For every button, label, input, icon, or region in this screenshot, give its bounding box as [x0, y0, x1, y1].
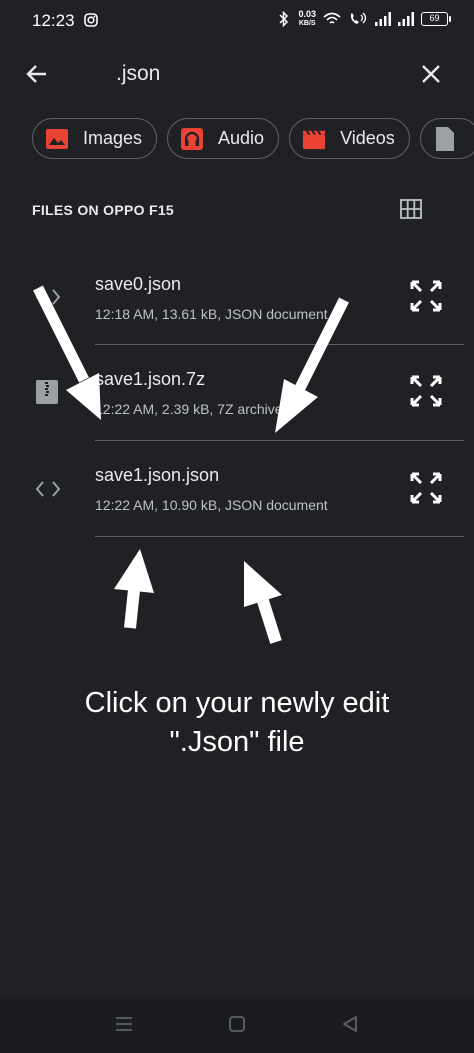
menu-icon[interactable]: [114, 1016, 134, 1032]
document-icon: [433, 126, 457, 151]
expand-icon[interactable]: [410, 375, 442, 407]
filter-chips: Images Audio Videos: [32, 118, 474, 159]
instruction-line-1: Click on your newly edit: [84, 687, 390, 719]
file-meta: 12:18 AM, 13.61 kB, JSON document: [95, 306, 328, 322]
arrow-up-right: [244, 561, 282, 644]
file-meta: 12:22 AM, 10.90 kB, JSON document: [95, 497, 328, 513]
divider: [95, 536, 464, 537]
list-item[interactable]: save1.json.7z 12:22 AM, 2.39 kB, 7Z arch…: [0, 345, 474, 441]
code-icon: [35, 289, 61, 305]
bluetooth-icon: [279, 11, 289, 27]
arrow-up-left: [114, 549, 154, 629]
signal-icon-1: [375, 12, 391, 26]
search-input[interactable]: .json: [116, 62, 160, 86]
status-icons: 0.03 KB/S 69: [277, 10, 451, 28]
expand-icon[interactable]: [410, 472, 442, 504]
section-title: FILES ON OPPO F15: [32, 202, 175, 218]
battery-indicator: 69: [421, 12, 451, 26]
chip-label: Videos: [340, 128, 395, 148]
close-icon[interactable]: [420, 63, 442, 85]
code-icon: [35, 481, 61, 497]
image-icon: [45, 127, 69, 151]
list-item[interactable]: save0.json 12:18 AM, 13.61 kB, JSON docu…: [0, 250, 474, 346]
archive-icon: [36, 380, 58, 404]
chip-label: Audio: [218, 128, 265, 148]
chip-images[interactable]: Images: [32, 118, 158, 159]
clapperboard-icon: [302, 127, 326, 151]
list-item[interactable]: save1.json.json 12:22 AM, 10.90 kB, JSON…: [0, 441, 474, 537]
instagram-icon: [84, 13, 98, 27]
chip-documents[interactable]: [419, 118, 474, 159]
signal-icon-2: [398, 12, 414, 26]
back-arrow-icon[interactable]: [24, 61, 50, 87]
net-speed: 0.03 KB/S: [298, 10, 316, 28]
home-icon[interactable]: [228, 1015, 246, 1033]
file-name: save1.json.json: [95, 465, 220, 485]
net-speed-value: 0.03: [298, 9, 316, 19]
file-name: save0.json: [95, 274, 182, 294]
headphones-icon: [180, 127, 204, 151]
grid-view-icon[interactable]: [400, 199, 422, 219]
instruction-text: Click on your newly edit ".Json" file: [0, 684, 474, 762]
back-icon[interactable]: [341, 1015, 359, 1033]
file-meta: 12:22 AM, 2.39 kB, 7Z archive: [95, 401, 283, 417]
instruction-line-2: ".Json" file: [169, 726, 305, 758]
navigation-bar: [0, 996, 474, 1053]
net-speed-unit: KB/S: [298, 20, 316, 27]
status-bar: 12:23 0.03 KB/S 69: [0, 0, 474, 40]
chip-label: Images: [83, 128, 143, 148]
wifi-icon: [323, 12, 341, 24]
file-name: save1.json.7z: [95, 369, 206, 389]
chip-audio[interactable]: Audio: [167, 118, 280, 159]
expand-icon[interactable]: [410, 280, 442, 312]
status-time: 12:23: [32, 11, 75, 30]
volte-call-icon: [350, 12, 367, 24]
chip-videos[interactable]: Videos: [289, 118, 410, 159]
